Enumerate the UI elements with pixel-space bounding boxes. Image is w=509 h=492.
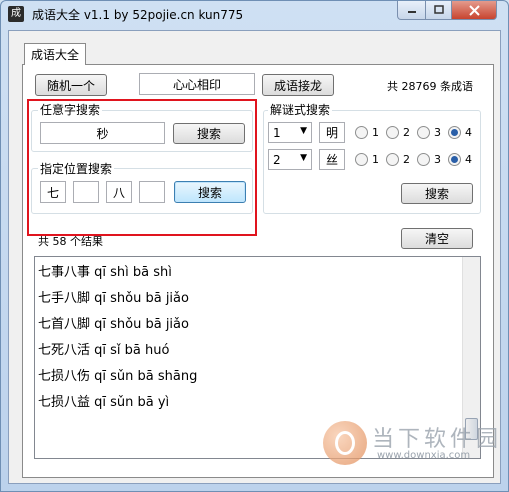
radio-3[interactable] (417, 126, 430, 139)
list-item[interactable]: 七手八脚 qī shǒu bā jiǎo (38, 287, 189, 313)
radio-label: 3 (434, 126, 441, 139)
chevron-down-icon: ▼ (300, 126, 307, 136)
current-idiom-field[interactable]: 心心相印 (139, 73, 255, 95)
radio-label: 4 (465, 126, 472, 139)
riddle-position-value-1: 1 (273, 126, 281, 140)
radio-2[interactable] (386, 126, 399, 139)
close-button[interactable] (451, 1, 497, 20)
radio-label: 4 (465, 153, 472, 166)
maximize-icon (433, 5, 444, 14)
chevron-down-icon: ▼ (300, 153, 307, 163)
list-item[interactable]: 七首八脚 qī shǒu bā jiǎo (38, 313, 189, 339)
radio-1[interactable] (355, 126, 368, 139)
riddle-radio-group-2: 1 2 3 4 (355, 153, 479, 167)
watermark-text: 当下软件园 (372, 427, 503, 452)
riddle-search-button[interactable]: 搜索 (401, 183, 473, 204)
radio-label: 2 (403, 126, 410, 139)
radio-1[interactable] (355, 153, 368, 166)
radio-label: 1 (372, 126, 379, 139)
riddle-char-input-1[interactable]: 明 (319, 122, 345, 143)
close-icon (468, 4, 480, 16)
radio-2[interactable] (386, 153, 399, 166)
riddle-position-value-2: 2 (273, 153, 281, 167)
list-item[interactable]: 七损八益 qī sǔn bā yì (38, 391, 169, 417)
maximize-button[interactable] (425, 1, 452, 20)
riddle-search-title: 解谜式搜索 (268, 101, 333, 118)
riddle-position-select-1[interactable]: 1 ▼ (268, 122, 312, 143)
watermark-url: www.downxia.com (377, 450, 471, 461)
minimize-button[interactable] (397, 1, 426, 20)
riddle-position-select-2[interactable]: 2 ▼ (268, 149, 312, 170)
riddle-radio-group-1: 1 2 3 4 (355, 126, 479, 140)
idiom-count: 共 28769 条成语 (387, 80, 473, 93)
riddle-char-input-2[interactable]: 丝 (319, 149, 345, 170)
idiom-chain-button[interactable]: 成语接龙 (262, 74, 334, 96)
app-icon: 成 (8, 6, 24, 22)
radio-label: 2 (403, 153, 410, 166)
highlight-box (27, 99, 257, 236)
radio-label: 3 (434, 153, 441, 166)
radio-4-selected[interactable] (448, 126, 461, 139)
radio-3[interactable] (417, 153, 430, 166)
minimize-icon (407, 11, 416, 13)
list-item[interactable]: 七损八伤 qī sǔn bā shāng (38, 365, 197, 391)
radio-label: 1 (372, 153, 379, 166)
clear-button[interactable]: 清空 (401, 228, 473, 249)
tab-idioms[interactable]: 成语大全 (24, 43, 86, 65)
random-button[interactable]: 随机一个 (35, 74, 107, 96)
watermark-logo-icon (323, 421, 367, 465)
list-item[interactable]: 七事八事 qī shì bā shì (38, 261, 172, 287)
radio-4-selected[interactable] (448, 153, 461, 166)
watermark-logo-ring (335, 431, 355, 455)
window-title: 成语大全 v1.1 by 52pojie.cn kun775 (32, 8, 244, 22)
list-item[interactable]: 七死八活 qī sǐ bā huó (38, 339, 169, 365)
